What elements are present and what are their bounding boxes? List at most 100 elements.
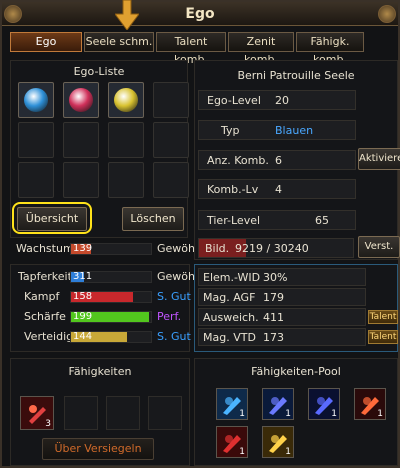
verst-button[interactable]: Verst. — [358, 236, 400, 258]
stat-label: Schärfe — [24, 310, 66, 323]
pool-skill-slot[interactable]: 1 — [308, 388, 340, 420]
stat-grade: Perf. — [157, 310, 182, 323]
tier-level-value: 65 — [315, 214, 329, 227]
attribute-label: Mag. VTD — [203, 331, 256, 344]
attribute-value: 179 — [263, 291, 284, 304]
pool-skill-count: 1 — [239, 447, 245, 457]
blue-ego-gem-icon — [24, 88, 48, 112]
type-row: Typ Blauen — [198, 120, 356, 140]
ability-pool-title: Fähigkeiten-Pool — [251, 365, 341, 378]
ego-slot[interactable] — [153, 82, 189, 118]
window-title: Ego — [185, 6, 215, 22]
attribute-row: Mag. AGF 179 — [198, 288, 366, 306]
soul-name: Berni Patrouille Seele — [237, 69, 355, 82]
yellow-ego-gem-icon — [114, 88, 138, 112]
type-value: Blauen — [275, 124, 314, 137]
attribute-value: 30% — [263, 271, 288, 284]
ego-slot[interactable] — [153, 122, 189, 158]
attribute-row: Elem.-WID 30% — [198, 268, 366, 286]
pool-skill-count: 1 — [285, 409, 291, 419]
arrow-down-icon — [115, 0, 139, 30]
ego-slot[interactable] — [63, 162, 99, 198]
tab-zenith-comb[interactable]: Zenit komb. — [228, 32, 294, 66]
ability-count: 3 — [45, 419, 51, 429]
ego-slot[interactable] — [108, 122, 144, 158]
ego-slot[interactable] — [63, 82, 99, 118]
tier-level-label: Tier-Level — [207, 214, 261, 227]
stat-grade: S. Gut — [157, 290, 191, 303]
ego-slot[interactable] — [18, 162, 54, 198]
delete-button[interactable]: Löschen — [122, 207, 184, 231]
talent-button[interactable]: Talent — [368, 330, 398, 344]
ego-slot[interactable] — [18, 82, 54, 118]
ego-slot[interactable] — [108, 82, 144, 118]
title-bar: Ego — [2, 2, 398, 26]
overview-button[interactable]: Übersicht — [17, 207, 87, 231]
attribute-label: Ausweich. — [203, 311, 259, 324]
comb-count-value: 6 — [275, 154, 282, 167]
tab-ego[interactable]: Ego — [10, 32, 82, 52]
pool-skill-count: 1 — [285, 447, 291, 457]
ego-slot[interactable] — [153, 162, 189, 198]
pool-skill-slot[interactable]: 1 — [216, 426, 248, 458]
ego-list-title: Ego-Liste — [73, 65, 125, 78]
image-label: Bild. — [205, 242, 230, 255]
growth-value: 139 — [73, 243, 93, 254]
ego-slot[interactable] — [18, 122, 54, 158]
pool-skill-slot[interactable]: 1 — [262, 388, 294, 420]
pool-skill-slot[interactable]: 1 — [216, 388, 248, 420]
ego-level-row: Ego-Level 20 — [198, 90, 356, 110]
tab-soul-forge[interactable]: Seele schm. — [84, 32, 154, 52]
growth-label: Wachstum — [16, 242, 74, 255]
stat-bar: 158 — [70, 291, 152, 303]
comb-count-row: Anz. Komb. 6 — [198, 150, 356, 170]
ego-level-label: Ego-Level — [207, 94, 261, 107]
ability-slot-1[interactable]: 3 — [20, 396, 54, 430]
unseal-button[interactable]: Über Versiegeln — [42, 438, 154, 460]
stat-label: Kampf — [24, 290, 60, 303]
stat-grade: Gewöh. — [157, 270, 199, 283]
tier-level-row: Tier-Level 65 — [198, 210, 356, 230]
stat-value: 311 — [73, 271, 93, 282]
ability-slot-2[interactable] — [64, 396, 98, 430]
comb-level-row: Komb.-Lv 4 — [198, 179, 356, 199]
tab-ability-comb[interactable]: Fähigk. komb. — [296, 32, 364, 66]
comb-count-label: Anz. Komb. — [207, 154, 269, 167]
pool-skill-count: 1 — [377, 409, 383, 419]
tab-talent-comb[interactable]: Talent komb. — [156, 32, 226, 66]
attribute-value: 411 — [263, 311, 284, 324]
pool-skill-slot[interactable]: 1 — [262, 426, 294, 458]
stat-grade: S. Gut — [157, 330, 191, 343]
attribute-label: Elem.-WID — [203, 271, 261, 284]
stat-value: 158 — [73, 291, 93, 302]
ego-slot[interactable] — [63, 122, 99, 158]
pool-skill-count: 1 — [331, 409, 337, 419]
image-value: 9219 / 30240 — [235, 242, 309, 255]
ego-window: Ego Ego Seele schm. Talent komb. Zenit k… — [0, 0, 400, 468]
talent-button[interactable]: Talent — [368, 310, 398, 324]
image-progress-row: Bild. 9219 / 30240 — [198, 238, 354, 258]
stat-label: Tapferkeit — [18, 270, 72, 283]
stat-bar: 311 — [70, 271, 152, 283]
attribute-label: Mag. AGF — [203, 291, 256, 304]
stat-value: 199 — [73, 311, 93, 322]
stat-bar: 199 — [70, 311, 152, 323]
ability-slot-4[interactable] — [148, 396, 182, 430]
comb-level-label: Komb.-Lv — [207, 183, 259, 196]
attribute-row: Mag. VTD 173 — [198, 328, 366, 346]
pool-skill-slot[interactable]: 1 — [354, 388, 386, 420]
attribute-value: 173 — [263, 331, 284, 344]
stat-label: Verteidig. — [24, 330, 77, 343]
ego-slot[interactable] — [108, 162, 144, 198]
abilities-title: Fähigkeiten — [68, 365, 132, 378]
pool-skill-count: 1 — [239, 409, 245, 419]
ability-slot-3[interactable] — [106, 396, 140, 430]
ego-level-value: 20 — [275, 94, 289, 107]
red-ego-gem-icon — [69, 88, 93, 112]
growth-bar: 139 — [70, 243, 152, 255]
stat-value: 144 — [73, 331, 93, 342]
comb-level-value: 4 — [275, 183, 282, 196]
stat-bar: 144 — [70, 331, 152, 343]
type-label: Typ — [221, 124, 240, 137]
activate-button[interactable]: Aktiviere — [358, 148, 400, 170]
